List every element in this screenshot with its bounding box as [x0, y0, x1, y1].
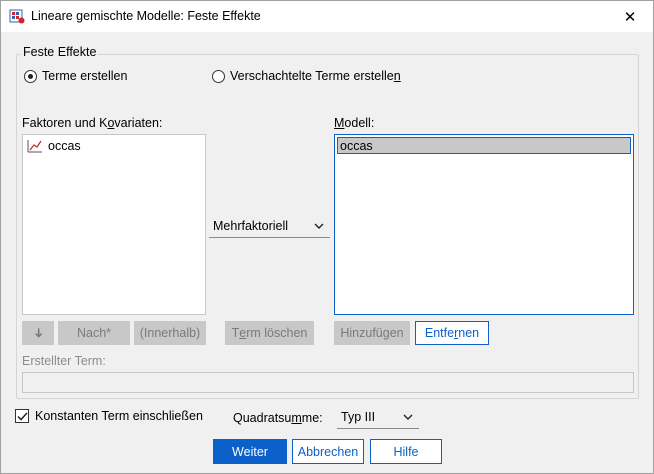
- move-arrow-button[interactable]: ➜: [22, 321, 54, 345]
- sum-squares-label: Quadratsumme:: [233, 411, 323, 425]
- title-bar: Lineare gemischte Modelle: Feste Effekte…: [1, 1, 653, 32]
- scale-variable-icon: [27, 140, 42, 153]
- include-intercept-checkbox[interactable]: Konstanten Term einschließen: [15, 409, 203, 423]
- cancel-button[interactable]: Abbrechen: [292, 439, 364, 464]
- add-button[interactable]: Hinzufügen: [334, 321, 410, 345]
- factor-item-label: occas: [48, 139, 81, 153]
- build-type-value: Mehrfaktoriell: [213, 218, 289, 233]
- build-type-dropdown[interactable]: Mehrfaktoriell: [209, 214, 330, 238]
- chevron-down-icon: [314, 223, 324, 229]
- built-term-label: Erstellter Term:: [22, 354, 106, 368]
- checkmark-icon: [16, 411, 28, 421]
- factors-listbox[interactable]: occas: [22, 134, 206, 315]
- sum-squares-dropdown[interactable]: Typ III: [337, 405, 419, 429]
- continue-button[interactable]: Weiter: [213, 439, 287, 464]
- radio-unchecked-icon: [212, 69, 225, 83]
- list-item[interactable]: occas: [27, 139, 81, 153]
- radio-nested-terms[interactable]: Verschachtelte Terme erstellen: [212, 69, 401, 83]
- radio-checked-icon: [24, 69, 37, 83]
- dialog-window: Lineare gemischte Modelle: Feste Effekte…: [0, 0, 654, 474]
- sum-squares-value: Typ III: [341, 409, 376, 424]
- checkbox-box: [15, 409, 29, 423]
- clear-term-button[interactable]: Te rm löschen: [225, 321, 314, 345]
- by-button[interactable]: Nach*: [58, 321, 130, 345]
- close-button[interactable]: ✕: [607, 1, 653, 32]
- radio-build-terms[interactable]: Terme erstellen: [24, 69, 127, 83]
- within-button[interactable]: (Innerhalb): [134, 321, 206, 345]
- factors-label: Faktoren und Kovariaten:: [22, 116, 163, 130]
- model-item-label: occas: [340, 138, 373, 153]
- window-title: Lineare gemischte Modelle: Feste Effekte: [31, 9, 261, 23]
- group-legend: Feste Effekte: [21, 45, 99, 59]
- remove-button[interactable]: Entfe r nen: [415, 321, 489, 345]
- app-icon: [9, 9, 25, 24]
- help-button[interactable]: Hilfe: [370, 439, 442, 464]
- close-icon: ✕: [623, 8, 637, 26]
- list-item[interactable]: occas: [337, 137, 631, 154]
- chevron-down-icon: [403, 414, 413, 420]
- model-listbox[interactable]: occas: [334, 134, 634, 315]
- arrow-down-icon: ➜: [31, 327, 46, 339]
- built-term-field[interactable]: [22, 372, 634, 393]
- model-label: Modell:: [334, 116, 375, 130]
- include-intercept-label: Konstanten Term einschließen: [35, 409, 203, 423]
- radio-build-terms-label: Terme erstellen: [42, 69, 128, 83]
- radio-nested-terms-label: Verschachtelte Terme erstellen: [230, 69, 401, 83]
